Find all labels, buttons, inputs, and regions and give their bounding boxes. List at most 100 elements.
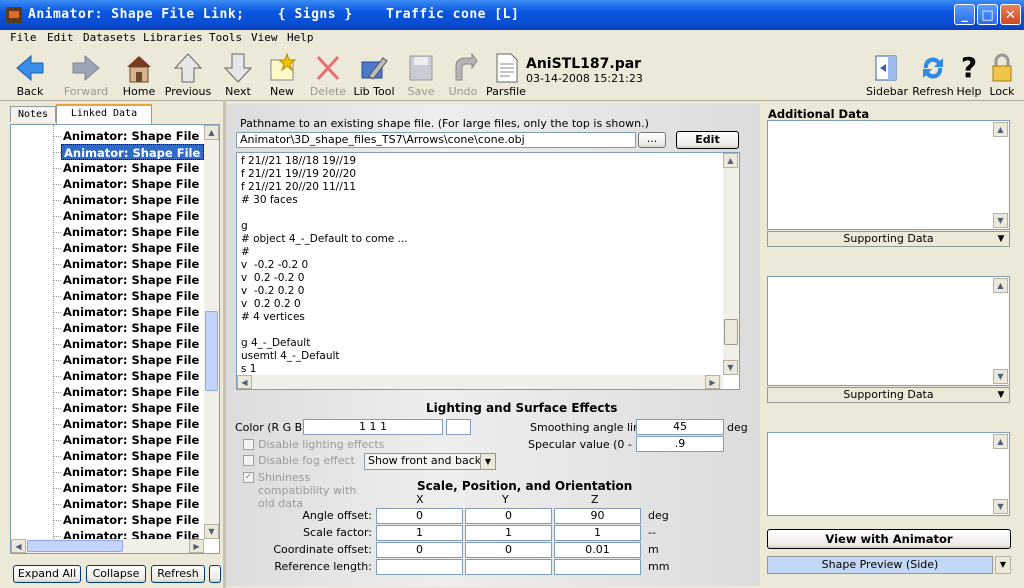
tree-item[interactable]: Animator: Shape File Link (61, 320, 204, 336)
box3-scroll-down-icon[interactable]: ▼ (993, 499, 1008, 514)
box1-scroll-up-icon[interactable]: ▲ (993, 122, 1008, 137)
tab-linked-data[interactable]: Linked Data (56, 104, 152, 124)
transform-input-y[interactable] (465, 559, 552, 575)
tree-item[interactable]: Animator: Shape File Link (61, 512, 204, 528)
tree-item[interactable]: Animator: Shape File Link (61, 192, 204, 208)
tree-scroll-thumb[interactable] (205, 311, 218, 391)
transform-input-x[interactable] (376, 559, 463, 575)
transform-input-z[interactable]: 1 (554, 525, 641, 541)
save-button[interactable]: Save (402, 48, 440, 100)
tree-item[interactable]: Animator: Shape File Link (61, 160, 204, 176)
tree-item[interactable]: Animator: Shape File Link (61, 368, 204, 384)
menu-view[interactable]: View (251, 31, 278, 44)
back-button[interactable]: Back (6, 48, 54, 100)
disable-lighting-checkbox[interactable] (243, 439, 254, 450)
transform-input-x[interactable]: 1 (376, 525, 463, 541)
menu-file[interactable]: File (10, 31, 37, 44)
transform-input-x[interactable]: 0 (376, 542, 463, 558)
menu-libraries[interactable]: Libraries (143, 31, 203, 44)
tree-item[interactable]: Animator: Shape File Link (61, 272, 204, 288)
scroll-down-icon[interactable]: ▼ (204, 524, 219, 539)
box2-scroll-up-icon[interactable]: ▲ (993, 278, 1008, 293)
additional-data-box-1[interactable]: ▲ ▼ (767, 120, 1010, 230)
box1-scroll-down-icon[interactable]: ▼ (993, 213, 1008, 228)
scroll-left-icon[interactable]: ◀ (11, 539, 26, 553)
tree-hscroll-thumb[interactable] (27, 540, 123, 552)
scroll-up-icon[interactable]: ▲ (204, 125, 219, 140)
box3-scroll-up-icon[interactable]: ▲ (993, 434, 1008, 449)
tree-item[interactable]: Animator: Shape File Link (61, 256, 204, 272)
lock-button[interactable]: Lock (986, 48, 1018, 100)
tree-item[interactable]: Animator: Shape File Link (61, 496, 204, 512)
additional-data-box-3[interactable]: ▲ ▼ (767, 432, 1010, 516)
preview-scroll-down-icon[interactable]: ▼ (723, 360, 738, 375)
smoothing-input[interactable]: 45 (636, 419, 724, 435)
collapse-button[interactable]: Collapse (86, 565, 146, 583)
tree-item[interactable]: Animator: Shape File Link (61, 208, 204, 224)
transform-input-z[interactable]: 90 (554, 508, 641, 524)
preview-vertical-scrollbar[interactable]: ▲ ▼ (723, 153, 739, 375)
tab-notes[interactable]: Notes (10, 106, 56, 122)
shape-preview-chevron-down-icon[interactable]: ▼ (995, 556, 1011, 574)
edit-button[interactable]: Edit (676, 131, 739, 149)
path-input[interactable]: Animator\3D_shape_files_TS7\Arrows\cone\… (236, 132, 636, 148)
tree-item[interactable]: Animator: Shape File Link (61, 352, 204, 368)
supporting-data-dropdown-1[interactable]: Supporting Data ▼ (767, 231, 1010, 247)
menu-help[interactable]: Help (287, 31, 314, 44)
transform-input-y[interactable]: 1 (465, 525, 552, 541)
refresh-button[interactable]: Refresh (910, 48, 956, 100)
preview-scroll-up-icon[interactable]: ▲ (723, 153, 738, 168)
tree-item[interactable]: Animator: Shape File Link (61, 448, 204, 464)
refresh-tree-button[interactable]: Refresh (151, 565, 205, 583)
menu-edit[interactable]: Edit (47, 31, 74, 44)
minimize-button[interactable]: _ (954, 4, 975, 25)
transform-input-x[interactable]: 0 (376, 508, 463, 524)
transform-input-z[interactable] (554, 559, 641, 575)
next-button[interactable]: Next (220, 48, 256, 100)
show-faces-select[interactable]: Show front and back ▼ (364, 453, 496, 470)
shininess-checkbox[interactable]: ✓ (243, 472, 254, 483)
tree-item[interactable]: Animator: Shape File Link (61, 400, 204, 416)
tree-item[interactable]: Animator: Shape File Link (61, 288, 204, 304)
tree-item[interactable]: Animator: Shape File Link (61, 304, 204, 320)
browse-button[interactable]: ... (638, 132, 666, 148)
tree-item[interactable]: Animator: Shape File Link (61, 384, 204, 400)
extra-button-partial[interactable] (209, 565, 221, 583)
previous-button[interactable]: Previous (164, 48, 212, 100)
delete-button[interactable]: Delete (308, 48, 348, 100)
help-button[interactable]: ? Help (956, 48, 982, 100)
tree-item[interactable]: Animator: Shape File Link (61, 416, 204, 432)
new-button[interactable]: New (262, 48, 302, 100)
menu-tools[interactable]: Tools (209, 31, 242, 44)
color-swatch[interactable] (446, 419, 471, 435)
transform-input-y[interactable]: 0 (465, 508, 552, 524)
menu-datasets[interactable]: Datasets (83, 31, 136, 44)
preview-scroll-thumb[interactable] (724, 319, 738, 345)
disable-fog-checkbox[interactable] (243, 455, 254, 466)
expand-all-button[interactable]: Expand All (13, 565, 81, 583)
supporting-data-dropdown-2[interactable]: Supporting Data ▼ (767, 387, 1010, 403)
parsfile-button[interactable]: Parsfile (486, 48, 526, 100)
scroll-right-icon[interactable]: ▶ (189, 539, 204, 553)
tree-vertical-scrollbar[interactable]: ▲ ▼ (204, 125, 219, 539)
transform-input-y[interactable]: 0 (465, 542, 552, 558)
preview-scroll-right-icon[interactable]: ▶ (705, 375, 720, 389)
tree-item[interactable]: Animator: Shape File Link (61, 144, 204, 160)
additional-data-box-2[interactable]: ▲ ▼ (767, 276, 1010, 386)
home-button[interactable]: Home (118, 48, 160, 100)
color-rgb-input[interactable]: 1 1 1 (303, 419, 443, 435)
shape-preview-select[interactable]: Shape Preview (Side) (767, 556, 993, 574)
tree-item[interactable]: Animator: Shape File Link (61, 336, 204, 352)
preview-horizontal-scrollbar[interactable]: ◀ ▶ (237, 375, 723, 389)
box2-scroll-down-icon[interactable]: ▼ (993, 369, 1008, 384)
tree-item[interactable]: Animator: Shape File Link (61, 464, 204, 480)
forward-button[interactable]: Forward (60, 48, 112, 100)
maximize-button[interactable]: □ (977, 4, 998, 25)
tree-item[interactable]: Animator: Shape File Link (61, 224, 204, 240)
sidebar-button[interactable]: Sidebar (866, 48, 908, 100)
tree-item[interactable]: Animator: Shape File Link (61, 480, 204, 496)
lib-tool-button[interactable]: Lib Tool (352, 48, 396, 100)
tree-horizontal-scrollbar[interactable]: ◀ ▶ (11, 539, 204, 553)
undo-button[interactable]: Undo (444, 48, 482, 100)
tree-item[interactable]: Animator: Shape File Link (61, 240, 204, 256)
